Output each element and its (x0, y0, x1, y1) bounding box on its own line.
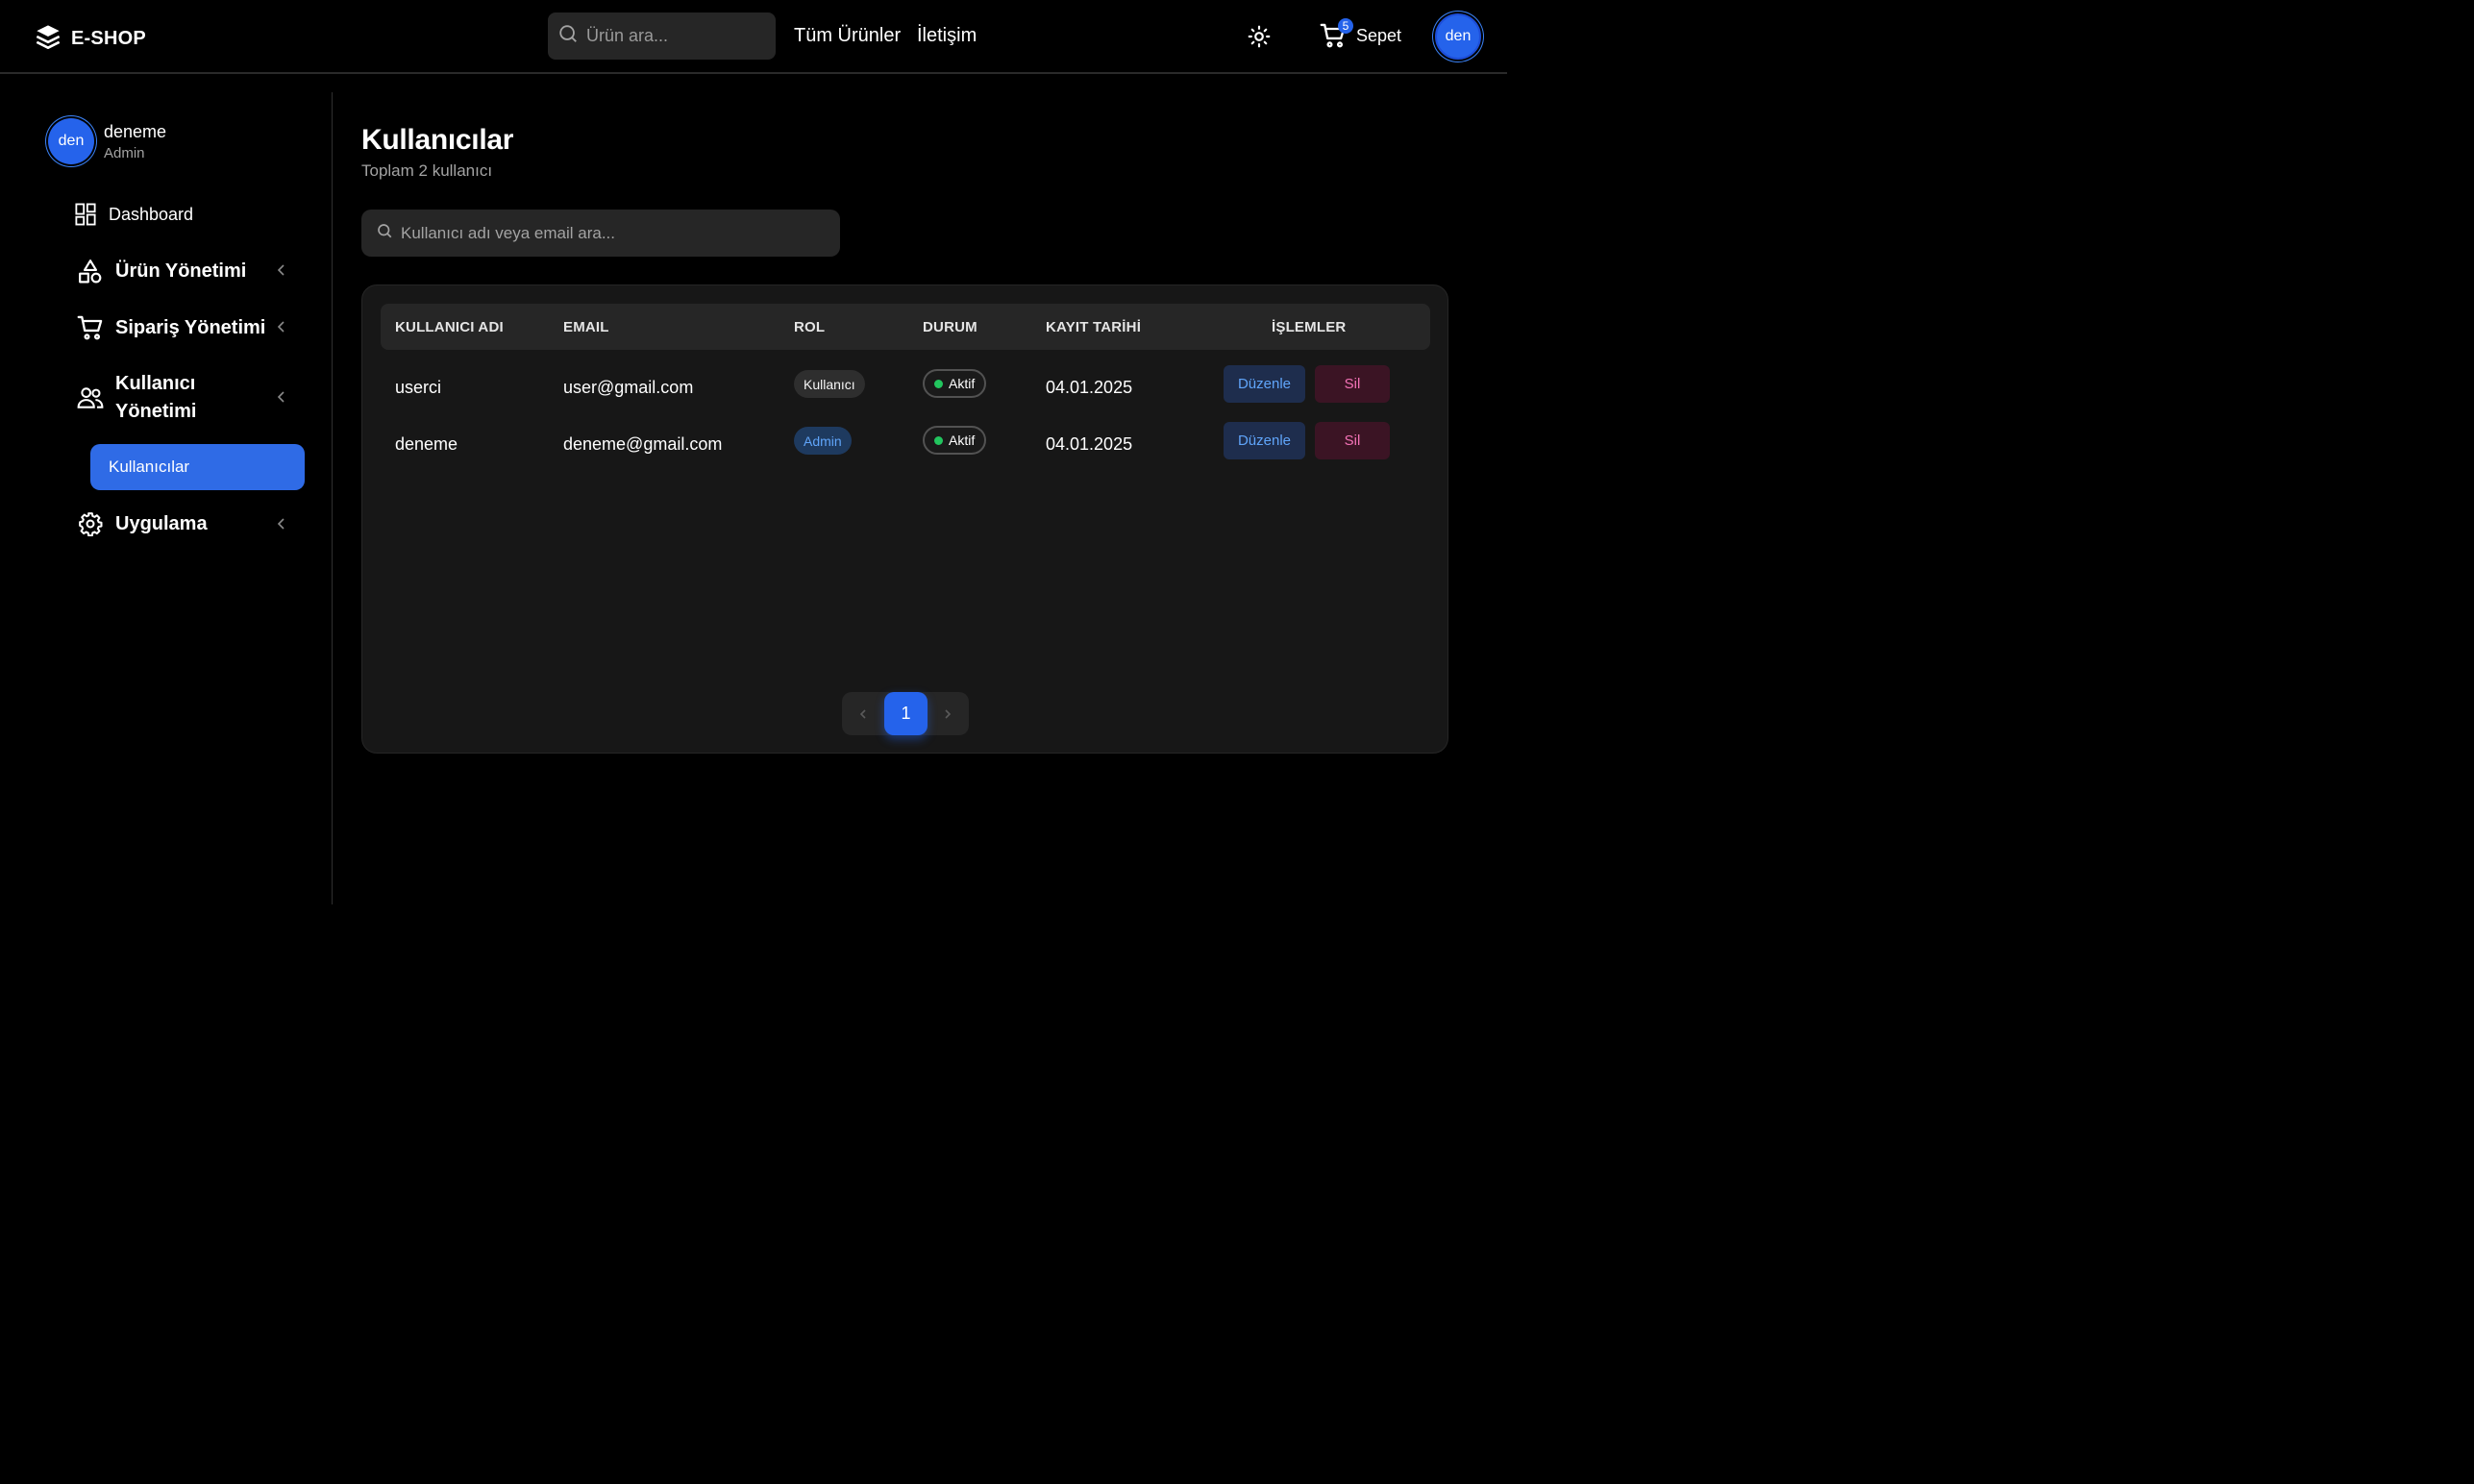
sidebar-item-user-management[interactable]: Kullanıcı Yönetimi (77, 370, 196, 426)
status-badge: Aktif (923, 426, 987, 455)
cart-icon (1320, 23, 1347, 55)
cell-registration-date: 04.01.2025 (1046, 434, 1133, 454)
product-search[interactable] (548, 12, 776, 60)
sidebar-item-dashboard[interactable]: Dashboard (75, 201, 193, 228)
column-header-actions: İŞLEMLER (1272, 319, 1347, 335)
avatar: den (48, 118, 94, 164)
role-badge: Kullanıcı (794, 370, 865, 398)
cell-registration-date: 04.01.2025 (1046, 378, 1133, 397)
delete-button[interactable]: Sil (1315, 365, 1390, 403)
search-icon (376, 222, 393, 244)
column-header-registration-date[interactable]: KAYIT TARİHİ (1046, 319, 1141, 335)
nav-link-all-products[interactable]: Tüm Ürünler (794, 25, 901, 47)
chevron-left-icon[interactable] (275, 320, 286, 334)
chevron-left-icon[interactable] (275, 390, 286, 404)
top-navbar: E-SHOP Tüm Ürünler İletişim 5 Sepet den (0, 0, 1507, 74)
cell-email: deneme@gmail.com (563, 434, 723, 454)
product-search-input[interactable] (586, 26, 769, 46)
dashboard-icon (75, 201, 96, 228)
chevron-left-icon[interactable] (275, 263, 286, 277)
sidebar-item-label: Kullanıcı (115, 373, 196, 394)
sidebar-item-product-management[interactable]: Ürün Yönetimi (77, 258, 246, 284)
layers-icon (35, 23, 62, 55)
cell-email: user@gmail.com (563, 378, 694, 397)
cell-username: userci (395, 378, 442, 397)
column-header-email[interactable]: EMAIL (563, 319, 609, 335)
search-icon (557, 23, 579, 49)
brand-logo[interactable]: E-SHOP (35, 23, 146, 55)
status-label: Aktif (949, 376, 976, 391)
user-avatar[interactable]: den (1435, 13, 1481, 60)
sidebar-item-label: Yönetimi (115, 401, 197, 422)
page-button-current[interactable]: 1 (884, 692, 928, 735)
sun-icon[interactable] (1247, 24, 1272, 49)
cell-username: deneme (395, 434, 458, 454)
table-row: userci user@gmail.com Kullanıcı Aktif 04… (381, 359, 1430, 415)
shapes-icon (77, 258, 104, 284)
cart-label: Sepet (1356, 25, 1402, 45)
users-table-card: KULLANICI ADI EMAIL ROL DURUM KAYIT TARİ… (361, 284, 1448, 754)
status-badge: Aktif (923, 369, 987, 398)
sidebar-item-application[interactable]: Uygulama (77, 510, 208, 537)
cart-count-badge: 5 (1338, 18, 1353, 34)
delete-button[interactable]: Sil (1315, 422, 1390, 459)
sidebar-item-label: Uygulama (115, 512, 208, 534)
column-header-status[interactable]: DURUM (923, 319, 977, 335)
table-row: deneme deneme@gmail.com Admin Aktif 04.0… (381, 416, 1430, 472)
chevron-right-icon[interactable] (938, 705, 957, 723)
column-header-username[interactable]: KULLANICI ADI (395, 319, 504, 335)
sidebar: den deneme Admin Dashboard Ürün Yönetimi… (0, 92, 333, 904)
chevron-left-icon[interactable] (275, 517, 286, 531)
profile-role: Admin (104, 144, 145, 161)
cart-icon (77, 314, 104, 341)
sidebar-item-label: Sipariş Yönetimi (115, 316, 266, 338)
sidebar-item-label: Dashboard (109, 204, 194, 224)
users-icon (77, 384, 104, 411)
status-label: Aktif (949, 433, 976, 448)
sidebar-subitem-users[interactable]: Kullanıcılar (90, 444, 305, 490)
page-title: Kullanıcılar (361, 124, 514, 156)
sidebar-item-label: Ürün Yönetimi (115, 260, 247, 282)
role-badge: Admin (794, 427, 852, 455)
status-dot (934, 435, 943, 445)
status-dot (934, 379, 943, 388)
user-search[interactable] (361, 210, 840, 257)
brand-name: E-SHOP (71, 28, 146, 49)
chevron-left-icon[interactable] (854, 705, 873, 723)
user-search-input[interactable] (401, 223, 824, 243)
nav-link-contact[interactable]: İletişim (917, 25, 977, 47)
pagination: 1 (842, 692, 969, 735)
profile-name: deneme (104, 121, 167, 141)
page-subtitle: Toplam 2 kullanıcı (361, 161, 493, 180)
table-header: KULLANICI ADI EMAIL ROL DURUM KAYIT TARİ… (381, 304, 1430, 350)
cart-button[interactable]: 5 Sepet (1320, 18, 1402, 51)
edit-button[interactable]: Düzenle (1224, 422, 1305, 459)
gear-icon (77, 510, 104, 537)
edit-button[interactable]: Düzenle (1224, 365, 1305, 403)
sidebar-profile: den deneme Admin (48, 118, 166, 164)
sidebar-item-order-management[interactable]: Sipariş Yönetimi (77, 314, 265, 341)
column-header-role[interactable]: ROL (794, 319, 825, 335)
